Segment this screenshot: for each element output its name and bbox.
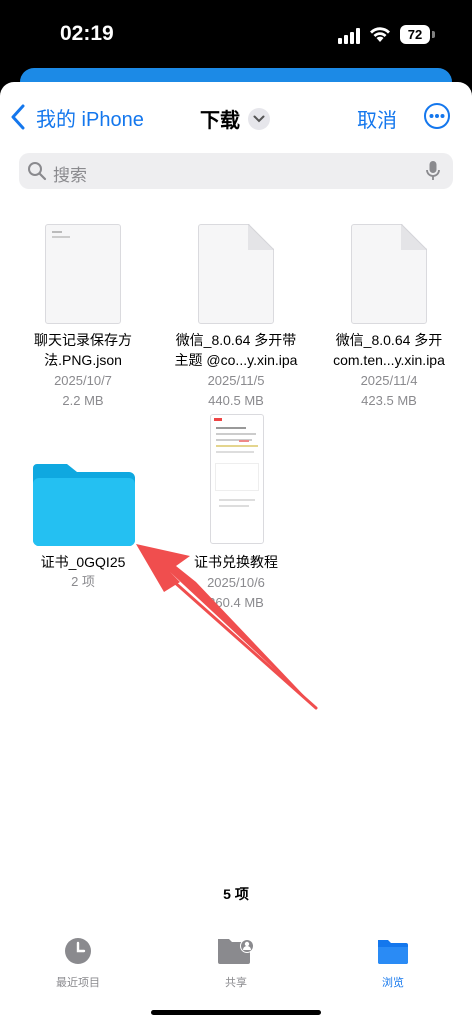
folder-icon: [33, 464, 135, 546]
back-label: 我的 iPhone: [36, 108, 144, 131]
folder-icon: [378, 940, 408, 964]
shared-folder-icon: [218, 939, 254, 964]
chevron-left-icon: [11, 104, 25, 130]
file-date: 2025/10/7: [54, 373, 112, 388]
chevron-down-icon: [248, 107, 270, 130]
search-placeholder: 搜索: [53, 166, 87, 185]
file-item[interactable]: 微信_8.0.64 多开带 主题 @co...y.xin.ipa 2025/11…: [160, 222, 312, 412]
ellipsis-icon: [429, 114, 445, 118]
page-title: 下载: [200, 110, 240, 132]
status-bar: 02:19 72: [0, 0, 472, 72]
tab-label: 最近项目: [56, 977, 100, 989]
tab-recents[interactable]: 最近项目: [28, 936, 128, 990]
folder-item-count: 2 项: [71, 574, 95, 589]
file-name: 聊天记录保存方: [34, 332, 132, 348]
home-indicator: [151, 1010, 321, 1015]
file-size: 423.5 MB: [361, 393, 417, 408]
generic-file-icon: [198, 224, 274, 324]
tab-browse[interactable]: 浏览: [343, 936, 443, 990]
file-browser-sheet: 我的 iPhone 下载 取消 搜索 聊天记录保存方 法.PNG.json 20…: [0, 82, 472, 1024]
battery-level: 72: [400, 25, 430, 44]
tab-shared[interactable]: 共享: [186, 936, 286, 990]
json-file-thumbnail: [45, 224, 121, 324]
folder-item[interactable]: 证书_0GQI25 2 项: [7, 460, 159, 589]
tab-label: 共享: [225, 977, 247, 989]
search-field[interactable]: 搜索: [19, 153, 453, 189]
file-size: 2.2 MB: [62, 393, 104, 408]
file-item[interactable]: 聊天记录保存方 法.PNG.json 2025/10/7 2.2 MB: [7, 222, 159, 412]
search-icon: [28, 162, 47, 181]
more-options-button[interactable]: [424, 103, 450, 129]
wifi-icon: [370, 27, 390, 42]
file-item[interactable]: 微信_8.0.64 多开 com.ten...y.xin.ipa 2025/11…: [313, 222, 465, 412]
file-name-line2: com.ten...y.xin.ipa: [333, 352, 445, 368]
battery-icon: 72: [400, 25, 436, 44]
cancel-button[interactable]: 取消: [357, 104, 397, 133]
status-time: 02:19: [60, 22, 114, 45]
file-size: 440.5 MB: [208, 393, 264, 408]
cellular-signal-icon: [338, 28, 360, 44]
navigation-bar: 我的 iPhone 下载 取消: [0, 82, 472, 152]
file-name-line2: 法.PNG.json: [44, 352, 122, 368]
tab-label: 浏览: [382, 977, 404, 989]
tab-bar: 最近项目 共享 浏览: [0, 922, 472, 1022]
file-name-line2: 主题 @co...y.xin.ipa: [174, 352, 298, 368]
file-date: 2025/11/4: [360, 373, 418, 388]
folder-title-menu[interactable]: 下载: [200, 104, 270, 133]
file-date: 2025/10/6: [207, 575, 265, 590]
back-button[interactable]: 我的 iPhone: [10, 102, 144, 132]
folder-name: 证书_0GQI25: [40, 554, 126, 570]
image-file-thumbnail: [210, 414, 264, 544]
file-size: 360.4 MB: [208, 595, 264, 610]
file-date: 2025/11/5: [207, 373, 265, 388]
file-item[interactable]: 证书兑换教程 2025/10/6 360.4 MB: [160, 412, 312, 612]
item-count: 5 项: [223, 886, 249, 902]
file-name: 证书兑换教程: [194, 554, 278, 570]
file-name: 微信_8.0.64 多开带: [175, 332, 297, 348]
clock-icon: [65, 938, 91, 964]
file-name: 微信_8.0.64 多开: [335, 332, 443, 348]
generic-file-icon: [351, 224, 427, 324]
microphone-icon[interactable]: [425, 160, 441, 182]
